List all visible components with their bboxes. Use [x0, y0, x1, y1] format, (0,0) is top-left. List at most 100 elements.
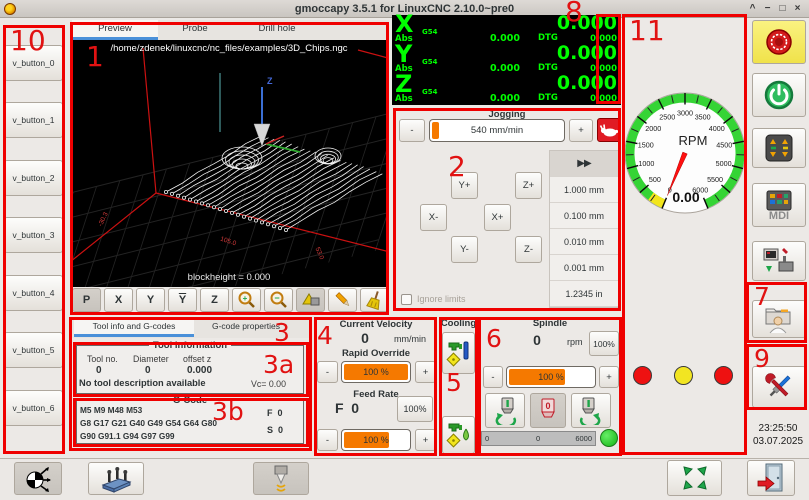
- rapid-decrease-button[interactable]: -: [317, 361, 338, 383]
- jog-z-minus-button[interactable]: Z-: [515, 236, 542, 263]
- jog-x-minus-button[interactable]: X-: [420, 204, 447, 231]
- rapid-increase-button[interactable]: +: [415, 361, 436, 383]
- close-icon[interactable]: ×: [790, 0, 805, 18]
- svg-text:2500: 2500: [659, 113, 675, 122]
- estop-button[interactable]: [752, 20, 806, 64]
- v-button-0[interactable]: v_button_0: [4, 45, 63, 81]
- touch-off-button[interactable]: [14, 462, 62, 495]
- spindle-ccw-button[interactable]: [485, 393, 525, 428]
- dro-panel[interactable]: X G54 Abs 0.000 DTG 0.000 0.000 Y G54 Ab…: [392, 15, 621, 105]
- dro-y-value: 0.000: [557, 42, 617, 64]
- dimensions-pencil-icon[interactable]: [328, 288, 357, 312]
- gremlin-preview[interactable]: Z /home/zdenek/linuxcnc/nc_files/example…: [70, 40, 388, 287]
- jog-speed-value: 540 mm/min: [430, 120, 564, 141]
- exit-button[interactable]: [747, 460, 795, 496]
- status-led-2: [674, 366, 693, 385]
- jog-increment-list: ▶▶ 1.000 mm 0.100 mm 0.010 mm 0.001 mm 1…: [549, 150, 619, 308]
- dro-axis-x[interactable]: X G54 Abs 0.000 DTG 0.000 0.000: [392, 15, 621, 45]
- settings-button[interactable]: [752, 366, 806, 408]
- spindle-bar-value: 0: [536, 434, 540, 443]
- jog-pad-icon: [764, 133, 794, 163]
- open-file-button[interactable]: [752, 300, 806, 338]
- clear-plot-broom-icon[interactable]: [360, 288, 389, 312]
- tool-measurement-button[interactable]: [253, 462, 309, 495]
- tool-no-value: 0: [96, 365, 102, 376]
- v-button-3[interactable]: v_button_3: [4, 217, 63, 253]
- v-button-5[interactable]: v_button_5: [4, 332, 63, 368]
- jog-speed-decrease-button[interactable]: -: [399, 119, 425, 142]
- toolpath-toggle-icon[interactable]: [296, 288, 325, 312]
- view-z-button[interactable]: Z: [200, 288, 229, 312]
- gmoccapy-window: gmoccapy 3.5.1 for LinuxCNC 2.10.0~pre0 …: [0, 0, 809, 500]
- annotation-label-11: 11: [629, 17, 665, 45]
- fullscreen-button[interactable]: [667, 460, 722, 496]
- svg-text:+: +: [242, 294, 247, 303]
- mist-coolant-button[interactable]: [442, 332, 475, 374]
- svg-text:0: 0: [545, 401, 550, 411]
- view-p-button[interactable]: P: [72, 288, 101, 312]
- spindle-cw-button[interactable]: [571, 393, 611, 428]
- machine-on-button[interactable]: [752, 73, 806, 117]
- zoom-out-icon[interactable]: −: [264, 288, 293, 312]
- spindle-reset-button[interactable]: 100%: [589, 331, 619, 356]
- dro-axis-z[interactable]: Z G54 Abs 0.000 DTG 0.000 0.000: [392, 75, 621, 105]
- minimize-icon[interactable]: −: [760, 0, 775, 18]
- maximize-icon[interactable]: □: [775, 0, 790, 18]
- jog-increment-inch[interactable]: 1.2345 in: [550, 281, 618, 307]
- feed-override-slider[interactable]: 100 %: [341, 429, 411, 451]
- tool-tab-bar: Tool info and G-codes G-code properties: [70, 318, 312, 338]
- tab-drill-hole[interactable]: Drill hole: [232, 20, 322, 40]
- view-x-button[interactable]: X: [104, 288, 133, 312]
- gcode-title: G-Code: [169, 395, 211, 406]
- feed-reset-button[interactable]: 100%: [397, 396, 433, 422]
- tool-description: No tool description available: [79, 378, 206, 388]
- jog-x-plus-button[interactable]: X+: [484, 204, 511, 231]
- view-y-button[interactable]: Y: [136, 288, 165, 312]
- spindle-override-slider[interactable]: 100 %: [506, 366, 596, 388]
- tab-tool-info[interactable]: Tool info and G-codes: [74, 318, 194, 337]
- feed-value: F 0: [322, 400, 372, 416]
- manual-mode-button[interactable]: [752, 128, 806, 168]
- rapid-override-title: Rapid Override: [315, 348, 437, 359]
- v-button-1[interactable]: v_button_1: [4, 102, 63, 138]
- shade-icon[interactable]: ^: [745, 0, 760, 18]
- jog-increment-01mm[interactable]: 0.100 mm: [550, 203, 618, 229]
- v-button-6[interactable]: v_button_6: [4, 390, 63, 426]
- spindle-increase-button[interactable]: +: [599, 366, 619, 388]
- toolpath-scene: Z: [70, 40, 388, 287]
- v-button-2[interactable]: v_button_2: [4, 160, 63, 196]
- flood-coolant-button[interactable]: [442, 416, 475, 454]
- mdi-mode-button[interactable]: MDI: [752, 183, 806, 227]
- jog-increment-001mm[interactable]: 0.010 mm: [550, 229, 618, 255]
- jog-increment-1mm[interactable]: 1.000 mm: [550, 177, 618, 203]
- jog-increment-0001mm[interactable]: 0.001 mm: [550, 255, 618, 281]
- jog-y-minus-button[interactable]: Y-: [451, 236, 478, 263]
- jog-speed-increase-button[interactable]: +: [569, 119, 593, 142]
- view-y2-button[interactable]: Y: [168, 288, 197, 312]
- flood-icon: [446, 419, 472, 451]
- jog-continuous-button[interactable]: ▶▶: [550, 151, 618, 177]
- spindle-stop-button[interactable]: 0: [530, 393, 566, 428]
- jog-y-plus-button[interactable]: Y+: [451, 172, 478, 199]
- svg-text:MDI: MDI: [769, 210, 789, 221]
- tab-probe[interactable]: Probe: [160, 20, 230, 40]
- zoom-in-icon[interactable]: +: [232, 288, 261, 312]
- dro-axis-y[interactable]: Y G54 Abs 0.000 DTG 0.000 0.000: [392, 45, 621, 75]
- v-button-4[interactable]: v_button_4: [4, 275, 63, 311]
- jog-speed-slider[interactable]: 540 mm/min: [429, 119, 565, 142]
- feed-decrease-button[interactable]: -: [317, 429, 338, 451]
- rabbit-icon: [599, 120, 619, 140]
- ignore-limits-checkbox[interactable]: [401, 294, 412, 305]
- svg-text:1000: 1000: [638, 159, 654, 168]
- touch-plate-button[interactable]: [88, 462, 144, 495]
- jog-z-plus-button[interactable]: Z+: [515, 172, 542, 199]
- spindle-decrease-button[interactable]: -: [483, 366, 503, 388]
- tab-gcode-properties[interactable]: G-code properties: [196, 318, 296, 337]
- tab-preview[interactable]: Preview: [72, 20, 158, 40]
- tool-info-title: Tool information: [149, 340, 231, 351]
- rapid-override-slider[interactable]: 100 %: [341, 361, 411, 383]
- preview-tab-bar: Preview Probe Drill hole: [70, 20, 389, 40]
- feed-increase-button[interactable]: +: [415, 429, 436, 451]
- auto-mode-button[interactable]: [752, 241, 806, 281]
- turtle-rabbit-toggle-button[interactable]: [597, 118, 621, 142]
